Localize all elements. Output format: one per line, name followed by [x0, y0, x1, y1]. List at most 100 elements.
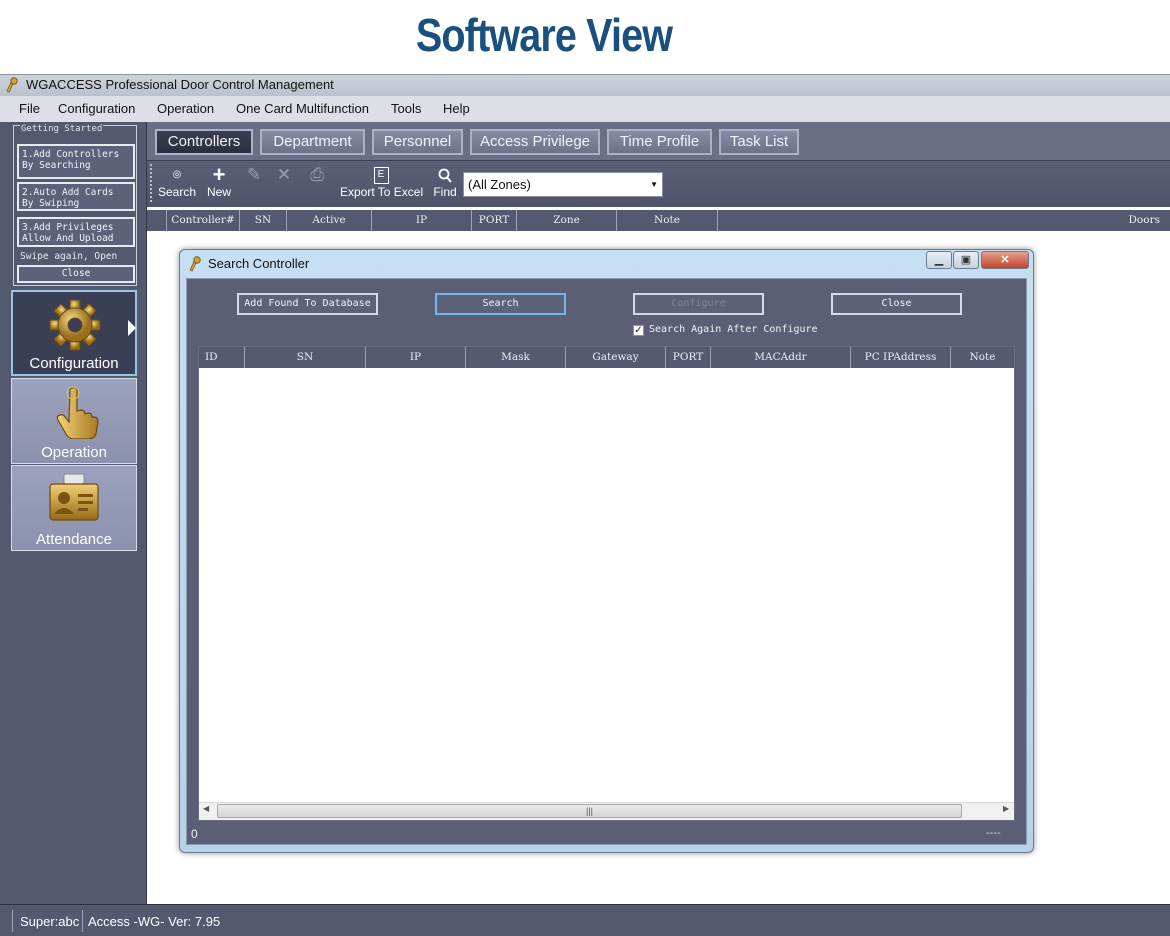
toolbar-delete-button[interactable]: ✕	[272, 165, 296, 185]
column-ip[interactable]: IP	[372, 210, 472, 231]
banner-title: Software View	[415, 9, 673, 61]
search-net-icon: ◎	[172, 169, 182, 180]
toolbar-find-label: Find	[433, 185, 457, 199]
status-user: Super:abc	[20, 914, 80, 929]
grid-row-selector-header	[147, 210, 167, 231]
magnifier-icon	[431, 165, 459, 185]
toolbar-new-label: New	[206, 185, 231, 199]
menu-help[interactable]: Help	[443, 101, 470, 116]
maximize-button[interactable]: ▣	[953, 251, 979, 269]
minimize-icon: ▁	[934, 254, 944, 266]
column-port[interactable]: PORT	[472, 210, 517, 231]
gear-icon	[49, 299, 101, 351]
dialog-close-button[interactable]: Close	[831, 293, 962, 315]
toolbar-export-label: Export To Excel	[340, 185, 424, 199]
column-sn[interactable]: SN	[240, 210, 287, 231]
column-mask[interactable]: Mask	[466, 347, 566, 368]
toolbar-search-label: Search	[158, 185, 197, 199]
tab-task-list[interactable]: Task List	[719, 129, 799, 155]
status-separator	[12, 910, 13, 932]
step-add-controllers-button[interactable]: 1.Add Controllers By Searching	[17, 144, 135, 179]
column-active[interactable]: Active	[287, 210, 372, 231]
menu-file[interactable]: File	[19, 101, 40, 116]
swipe-again-text: Swipe again, Open	[20, 251, 118, 262]
delete-x-icon: ✕	[276, 165, 292, 184]
tab-time-profile[interactable]: Time Profile	[607, 129, 712, 155]
grip-icon: |||	[585, 806, 593, 816]
step-line: By Swiping	[22, 198, 80, 209]
getting-started-caption: Getting Started	[20, 124, 104, 134]
dialog-search-button[interactable]: Search	[435, 293, 566, 315]
menu-one-card-multifunction[interactable]: One Card Multifunction	[236, 101, 369, 116]
column-id[interactable]: ID	[199, 347, 245, 368]
column-controller[interactable]: Controller#	[167, 210, 240, 231]
column-note[interactable]: Note	[617, 210, 718, 231]
dialog-close-x-button[interactable]: ✕	[981, 251, 1029, 269]
maximize-icon: ▣	[960, 254, 972, 266]
column-ip[interactable]: IP	[366, 347, 466, 368]
toolbar-grip[interactable]	[150, 164, 155, 202]
step-line: 2.Auto Add Cards	[22, 187, 114, 198]
column-zone[interactable]: Zone	[517, 210, 617, 231]
tab-access-privilege[interactable]: Access Privilege	[470, 129, 600, 155]
step-line: By Searching	[22, 160, 91, 171]
toolbar-new-button[interactable]: + New	[204, 164, 234, 200]
zone-select-value: (All Zones)	[468, 177, 531, 192]
step-auto-add-cards-button[interactable]: 2.Auto Add Cards By Swiping	[17, 182, 135, 211]
scroll-right-icon[interactable]: ▶	[1003, 804, 1009, 813]
tab-personnel[interactable]: Personnel	[372, 129, 463, 155]
excel-icon: E	[340, 165, 422, 185]
toolbar-edit-button[interactable]: ✎	[242, 165, 266, 185]
tab-department[interactable]: Department	[260, 129, 365, 155]
status-version: Access -WG- Ver: 7.95	[88, 914, 221, 929]
getting-started-close-button[interactable]: Close	[17, 265, 135, 283]
pencil-icon: ✎	[246, 165, 262, 184]
dialog-status-right: ----	[986, 827, 1001, 839]
printer-icon: ⎙	[310, 165, 324, 184]
column-doors[interactable]: Doors	[718, 210, 1170, 231]
column-sn[interactable]: SN	[245, 347, 366, 368]
dialog-found-count: 0	[191, 827, 198, 841]
minimize-button[interactable]: ▁	[926, 251, 952, 269]
step-line: Allow And Upload	[22, 233, 114, 244]
step-line: 3.Add Privileges	[22, 222, 114, 233]
nav-attendance[interactable]: Attendance	[11, 465, 137, 551]
toolbar-find-button[interactable]: Find	[431, 165, 459, 199]
nav-configuration[interactable]: Configuration	[11, 290, 137, 376]
window-title: WGACCESS Professional Door Control Manag…	[26, 77, 334, 92]
active-nav-arrow	[128, 320, 136, 336]
step-add-privileges-button[interactable]: 3.Add Privileges Allow And Upload	[17, 217, 135, 247]
column-macaddr[interactable]: MACAddr	[711, 347, 851, 368]
nav-operation-label: Operation	[41, 444, 107, 461]
hand-pointer-icon	[56, 386, 99, 439]
step-line: 1.Add Controllers	[22, 149, 120, 160]
column-note[interactable]: Note	[951, 347, 1014, 368]
nav-configuration-label: Configuration	[29, 355, 119, 372]
zone-select[interactable]: (All Zones) ▼	[463, 172, 663, 197]
column-gateway[interactable]: Gateway	[566, 347, 666, 368]
menu-operation[interactable]: Operation	[157, 101, 214, 116]
id-badge-icon	[49, 473, 99, 521]
menu-configuration[interactable]: Configuration	[58, 101, 135, 116]
tab-controllers[interactable]: Controllers	[155, 129, 253, 155]
close-icon: ✕	[1000, 254, 1010, 266]
search-again-label: Search Again After Configure	[649, 324, 818, 335]
toolbar-search-button[interactable]: ◎ Search	[158, 165, 196, 199]
toolbar-print-button[interactable]: ⎙	[303, 165, 331, 185]
toolbar-export-excel-button[interactable]: E Export To Excel	[340, 165, 424, 199]
column-pc-ipaddress[interactable]: PC IPAddress	[851, 347, 951, 368]
checkmark-icon: ✓	[634, 325, 643, 336]
chevron-down-icon: ▼	[650, 180, 658, 189]
nav-operation[interactable]: Operation	[11, 378, 137, 464]
search-again-checkbox[interactable]: ✓	[633, 325, 644, 336]
add-found-to-database-button[interactable]: Add Found To Database	[237, 293, 378, 315]
found-controllers-grid[interactable]	[198, 346, 1015, 821]
scrollbar-thumb[interactable]: |||	[217, 804, 962, 818]
dialog-title: Search Controller	[208, 256, 310, 271]
menu-tools[interactable]: Tools	[391, 101, 421, 116]
configure-button[interactable]: Configure	[633, 293, 764, 315]
status-separator	[82, 910, 83, 932]
app-key-icon	[6, 77, 18, 93]
column-port[interactable]: PORT	[666, 347, 711, 368]
scroll-left-icon[interactable]: ◀	[203, 804, 209, 813]
